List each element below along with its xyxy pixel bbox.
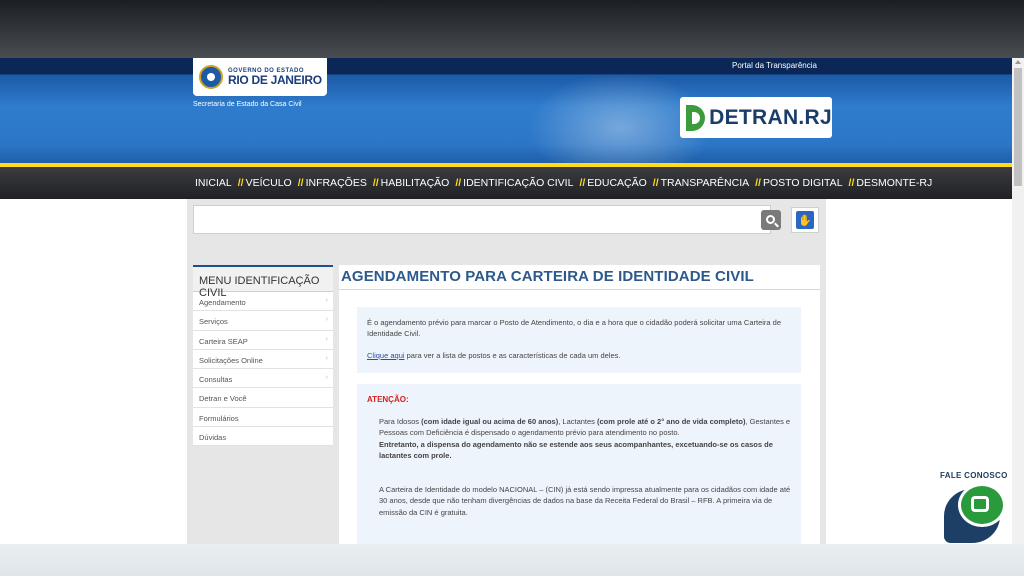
nav-separator: // bbox=[372, 177, 379, 189]
side-menu-item-label: Agendamento bbox=[199, 298, 246, 307]
side-menu-item-label: Solicitações Online bbox=[199, 355, 263, 365]
nav-separator: // bbox=[848, 177, 855, 189]
attention-label: ATENÇÃO: bbox=[367, 395, 409, 404]
secretaria-label: Secretaria de Estado da Casa Civil bbox=[193, 101, 302, 108]
main-nav: INICIAL //VEÍCULO //INFRAÇÕES //HABILITA… bbox=[0, 167, 1012, 199]
nav-transparencia[interactable]: TRANSPARÊNCIA bbox=[661, 177, 750, 189]
side-menu-item-solicitacoes-online[interactable]: Solicitações Online › bbox=[193, 350, 333, 370]
nav-habilitacao[interactable]: HABILITAÇÃO bbox=[381, 177, 450, 189]
sign-language-icon: ✋ bbox=[796, 211, 814, 229]
nav-separator: // bbox=[455, 177, 462, 189]
search-input[interactable] bbox=[193, 205, 771, 234]
side-menu-item-carteira-seap[interactable]: Carteira SEAP › bbox=[193, 331, 333, 350]
gov-logo-line2: RIO DE JANEIRO bbox=[228, 73, 322, 87]
chevron-right-icon: › bbox=[325, 297, 328, 304]
search-icon bbox=[765, 214, 775, 224]
title-divider bbox=[339, 289, 820, 290]
chat-bubble-icon bbox=[958, 483, 1006, 527]
chevron-right-icon: › bbox=[325, 354, 328, 362]
chat-button[interactable] bbox=[944, 481, 1010, 543]
detran-logo-text: DETRAN.RJ bbox=[709, 105, 832, 129]
site-header: Portal da Transparência GOVERNO DO ESTAD… bbox=[0, 58, 1012, 166]
p1-bold: (com idade igual ou acima de 60 anos) bbox=[421, 416, 559, 426]
state-seal-icon bbox=[199, 65, 223, 89]
side-menu-item-label: Serviços bbox=[199, 317, 228, 327]
side-menu-item-formularios[interactable]: Formulários bbox=[193, 408, 333, 428]
page-scrollbar[interactable] bbox=[1012, 58, 1024, 544]
nav-identificacao-civil[interactable]: IDENTIFICAÇÃO CIVIL bbox=[463, 177, 573, 189]
side-menu-item-label: Carteira SEAP bbox=[199, 336, 248, 346]
side-menu-item-label: Dúvidas bbox=[199, 433, 227, 443]
content-panel: AGENDAMENTO PARA CARTEIRA DE IDENTIDADE … bbox=[339, 265, 820, 544]
p1-text: Para Idosos bbox=[379, 416, 422, 426]
attention-paragraph-1: Para Idosos (com idade igual ou acima de… bbox=[379, 416, 791, 462]
nav-inicial[interactable]: INICIAL bbox=[195, 177, 232, 189]
side-menu-item-label: Consultas bbox=[199, 375, 233, 385]
nav-separator: // bbox=[652, 177, 659, 189]
side-menu: MENU IDENTIFICAÇÃO CIVIL Agendamento › Se… bbox=[193, 265, 333, 447]
intro-text: É o agendamento prévio para marcar o Pos… bbox=[367, 318, 782, 338]
side-menu-item-label: Formulários bbox=[199, 413, 239, 423]
nav-separator: // bbox=[237, 177, 244, 189]
page-title: AGENDAMENTO PARA CARTEIRA DE IDENTIDADE … bbox=[341, 268, 754, 285]
side-menu-item-duvidas[interactable]: Dúvidas bbox=[193, 427, 333, 447]
nav-items: INICIAL //VEÍCULO //INFRAÇÕES //HABILITA… bbox=[195, 177, 932, 189]
nav-posto-digital[interactable]: POSTO DIGITAL bbox=[763, 177, 843, 189]
p1-bold-note: Entretanto, a dispensa do agendamento nã… bbox=[379, 439, 773, 461]
chevron-right-icon: › bbox=[325, 374, 328, 382]
nav-educacao[interactable]: EDUCAÇÃO bbox=[587, 177, 647, 189]
scrollbar-thumb[interactable] bbox=[1014, 68, 1022, 186]
side-menu-item-label: Detran e Você bbox=[199, 394, 247, 404]
clique-aqui-link[interactable]: Clique aqui bbox=[367, 351, 405, 360]
chevron-right-icon: › bbox=[325, 335, 328, 343]
nav-separator: // bbox=[297, 177, 304, 189]
nav-veiculo[interactable]: VEÍCULO bbox=[246, 177, 292, 189]
side-menu-item-consultas[interactable]: Consultas › bbox=[193, 369, 333, 389]
bottom-blur-area bbox=[0, 544, 1024, 576]
p1-text: , Lactantes bbox=[558, 416, 598, 426]
attention-paragraph-2: A Carteira de Identidade do modelo NACIO… bbox=[379, 484, 791, 517]
nav-separator: // bbox=[755, 177, 761, 189]
nav-separator: // bbox=[579, 177, 586, 189]
scroll-up-icon[interactable] bbox=[1015, 60, 1021, 64]
side-menu-item-servicos[interactable]: Serviços › bbox=[193, 311, 333, 331]
side-menu-title: MENU IDENTIFICAÇÃO CIVIL bbox=[193, 265, 333, 299]
side-menu-item-detran-e-voce[interactable]: Detran e Você bbox=[193, 388, 333, 408]
browser-top-area bbox=[0, 0, 1024, 58]
accessibility-button[interactable]: ✋ bbox=[791, 207, 819, 233]
header-top-strip bbox=[0, 58, 1012, 74]
detran-d-icon bbox=[686, 104, 706, 131]
side-menu-item-agendamento[interactable]: Agendamento › bbox=[193, 292, 333, 312]
chevron-right-icon: › bbox=[325, 316, 328, 324]
detran-logo[interactable]: DETRAN.RJ bbox=[680, 97, 832, 138]
postos-link-rest: para ver a lista de postos e as caracter… bbox=[404, 351, 621, 360]
attention-box: ATENÇÃO: Para Idosos (com idade igual ou… bbox=[357, 384, 801, 544]
nav-desmonte-rj[interactable]: DESMONTE-RJ bbox=[856, 177, 932, 189]
intro-box: É o agendamento prévio para marcar o Pos… bbox=[357, 307, 801, 373]
fale-conosco-label[interactable]: FALE CONOSCO bbox=[940, 471, 1008, 480]
search-button[interactable] bbox=[761, 210, 781, 230]
portal-transparencia-link[interactable]: Portal da Transparência bbox=[732, 61, 817, 70]
postos-link-line: Clique aqui para ver a lista de postos e… bbox=[367, 350, 791, 361]
nav-infracoes[interactable]: INFRAÇÕES bbox=[306, 177, 367, 189]
p1-bold: (com prole até o 2° ano de vida completo… bbox=[597, 416, 746, 426]
gov-rj-logo[interactable]: GOVERNO DO ESTADO RIO DE JANEIRO bbox=[193, 58, 327, 96]
